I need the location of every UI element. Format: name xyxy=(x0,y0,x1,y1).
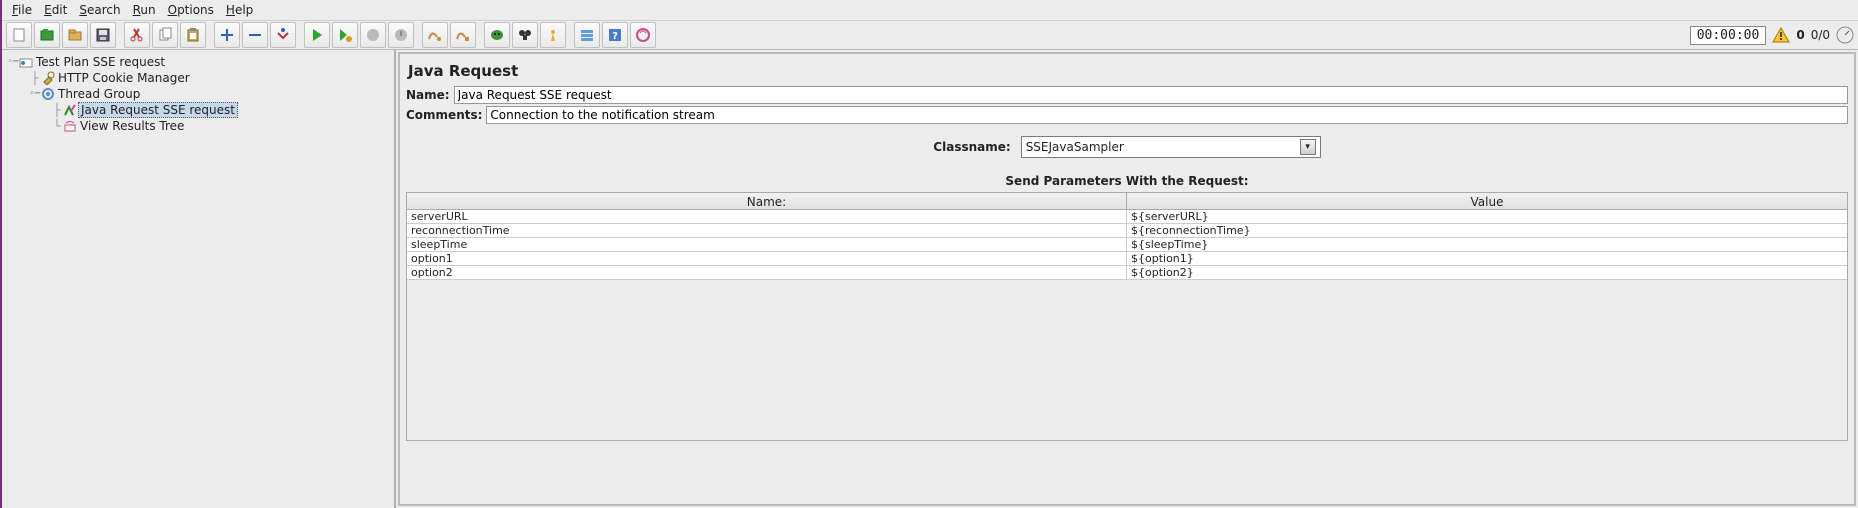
warning-icon xyxy=(1772,27,1790,43)
remote-start-button[interactable] xyxy=(422,22,448,48)
sampler-icon xyxy=(62,102,78,118)
table-row[interactable]: option1${option1} xyxy=(407,252,1847,266)
params-title: Send Parameters With the Request: xyxy=(406,174,1848,188)
col-name-header[interactable]: Name: xyxy=(407,193,1127,209)
tree-results-label: View Results Tree xyxy=(78,119,186,133)
elapsed-timer: 00:00:00 xyxy=(1690,26,1767,45)
table-row[interactable]: reconnectionTime${reconnectionTime} xyxy=(407,224,1847,238)
name-input[interactable] xyxy=(454,86,1848,104)
help-button[interactable]: ? xyxy=(602,22,628,48)
editor-title: Java Request xyxy=(406,58,1848,86)
params-table: Name: Value serverURL${serverURL}reconne… xyxy=(406,192,1848,441)
menu-help[interactable]: Help xyxy=(220,1,259,19)
cut-button[interactable] xyxy=(124,22,150,48)
col-value-header[interactable]: Value xyxy=(1127,193,1847,209)
table-row[interactable]: sleepTime${sleepTime} xyxy=(407,238,1847,252)
param-name-cell[interactable]: reconnectionTime xyxy=(407,224,1127,237)
search-button[interactable] xyxy=(540,22,566,48)
param-name-cell[interactable]: option2 xyxy=(407,266,1127,279)
menu-options[interactable]: Options xyxy=(162,1,220,19)
param-value-cell[interactable]: ${option1} xyxy=(1127,252,1847,265)
about-button[interactable] xyxy=(630,22,656,48)
collapse-button[interactable] xyxy=(242,22,268,48)
open-button[interactable] xyxy=(62,22,88,48)
tree-toggle-icon[interactable]: ◦─ xyxy=(8,57,18,67)
params-empty-area[interactable] xyxy=(407,280,1847,440)
clear-button[interactable] xyxy=(484,22,510,48)
menu-bar: File Edit Search Run Options Help xyxy=(2,0,1858,20)
comments-input[interactable] xyxy=(486,106,1848,124)
param-value-cell[interactable]: ${option2} xyxy=(1127,266,1847,279)
editor-pane: Java Request Name: Comments: Classname: … xyxy=(398,52,1856,506)
gauge-icon xyxy=(1836,26,1854,44)
expand-button[interactable] xyxy=(214,22,240,48)
toolbar: ? 00:00:00 0 0/0 xyxy=(2,20,1858,50)
menu-file[interactable]: File xyxy=(6,1,38,19)
main-area: ◦─ Test Plan SSE request ├ HTTP Cookie M… xyxy=(2,50,1858,508)
stop-button[interactable] xyxy=(360,22,386,48)
start-button[interactable] xyxy=(304,22,330,48)
comments-label: Comments: xyxy=(406,108,482,122)
tree-cookie-label: HTTP Cookie Manager xyxy=(56,71,192,85)
testplan-icon xyxy=(18,54,34,70)
svg-text:?: ? xyxy=(612,31,618,42)
classname-value: SSEJavaSampler xyxy=(1026,140,1124,154)
tree-pane: ◦─ Test Plan SSE request ├ HTTP Cookie M… xyxy=(2,50,396,508)
tree-group-label: Thread Group xyxy=(56,87,142,101)
copy-button[interactable] xyxy=(152,22,178,48)
shutdown-button[interactable] xyxy=(388,22,414,48)
function-helper-button[interactable] xyxy=(574,22,600,48)
name-label: Name: xyxy=(406,88,450,102)
warning-count: 0 xyxy=(1796,28,1804,42)
classname-label: Classname: xyxy=(933,140,1010,154)
param-name-cell[interactable]: serverURL xyxy=(407,210,1127,223)
param-value-cell[interactable]: ${reconnectionTime} xyxy=(1127,224,1847,237)
templates-button[interactable] xyxy=(34,22,60,48)
table-row[interactable]: option2${option2} xyxy=(407,266,1847,280)
start-no-timers-button[interactable] xyxy=(332,22,358,48)
tree-group[interactable]: ◦─ Thread Group xyxy=(2,86,394,102)
param-name-cell[interactable]: option1 xyxy=(407,252,1127,265)
new-button[interactable] xyxy=(6,22,32,48)
param-value-cell[interactable]: ${serverURL} xyxy=(1127,210,1847,223)
tree-root-label: Test Plan SSE request xyxy=(34,55,167,69)
clear-all-button[interactable] xyxy=(512,22,538,48)
tree-root[interactable]: ◦─ Test Plan SSE request xyxy=(2,54,394,70)
save-button[interactable] xyxy=(90,22,116,48)
listener-icon xyxy=(62,118,78,134)
classname-select[interactable]: SSEJavaSampler ▾ xyxy=(1021,136,1321,158)
menu-search[interactable]: Search xyxy=(73,1,126,19)
toggle-button[interactable] xyxy=(270,22,296,48)
tree-cookie[interactable]: ├ HTTP Cookie Manager xyxy=(2,70,394,86)
threadgroup-icon xyxy=(40,86,56,102)
tree-request[interactable]: ├ Java Request SSE request xyxy=(2,102,394,118)
wrench-icon xyxy=(40,70,56,86)
paste-button[interactable] xyxy=(180,22,206,48)
remote-stop-button[interactable] xyxy=(450,22,476,48)
dropdown-icon[interactable]: ▾ xyxy=(1300,139,1316,155)
tree-toggle-icon[interactable]: ◦─ xyxy=(30,89,40,99)
menu-edit[interactable]: Edit xyxy=(38,1,73,19)
tree-request-label: Java Request SSE request xyxy=(78,102,238,118)
table-row[interactable]: serverURL${serverURL} xyxy=(407,210,1847,224)
param-name-cell[interactable]: sleepTime xyxy=(407,238,1127,251)
menu-run[interactable]: Run xyxy=(127,1,162,19)
param-value-cell[interactable]: ${sleepTime} xyxy=(1127,238,1847,251)
thread-count: 0/0 xyxy=(1811,28,1830,42)
tree-results[interactable]: └ View Results Tree xyxy=(2,118,394,134)
